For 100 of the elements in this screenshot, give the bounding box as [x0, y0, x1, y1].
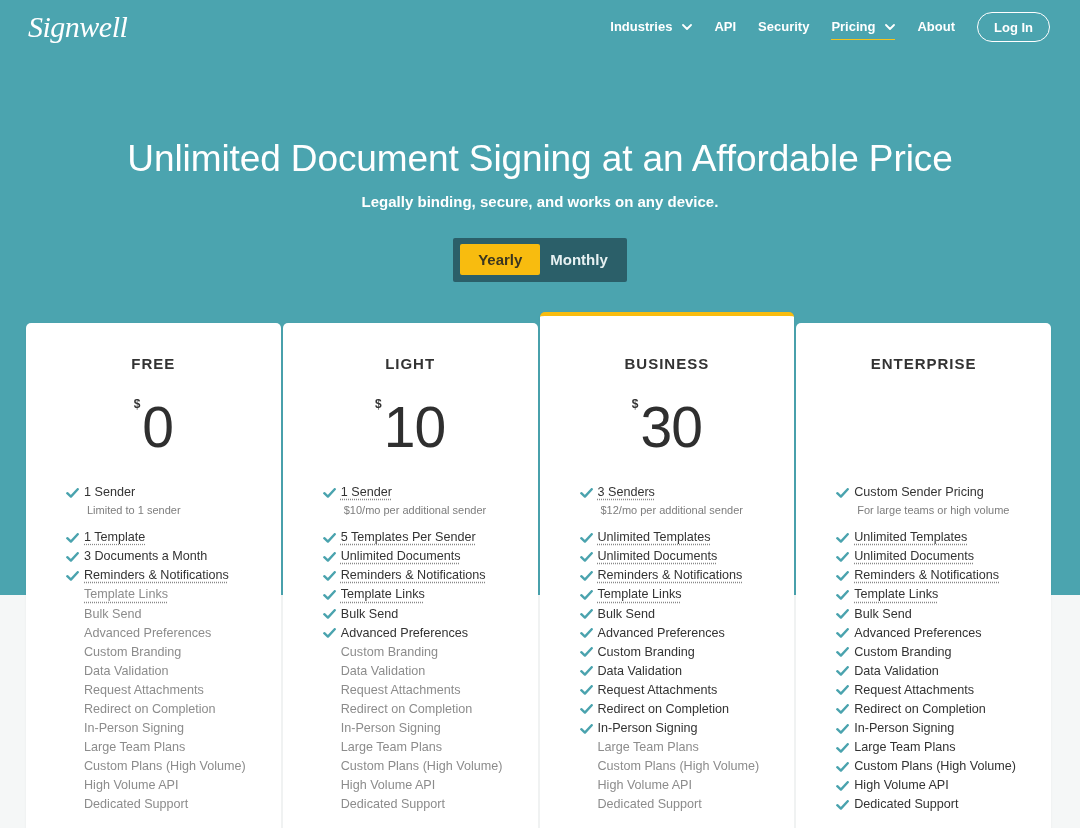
- feature-label: Request Attachments: [84, 681, 204, 699]
- seat-label[interactable]: 3 Senders: [597, 484, 655, 502]
- feature-label: Redirect on Completion: [854, 701, 986, 718]
- check-icon: [579, 487, 593, 498]
- check-icon: [66, 487, 79, 498]
- check-icon: [322, 532, 336, 543]
- feature-label: Advanced Preferences: [84, 624, 212, 642]
- feature-label[interactable]: 5 Templates Per Sender: [340, 529, 476, 547]
- feature-label[interactable]: Reminders & Notifications: [84, 567, 229, 585]
- seat-note: $12/mo per additional sender: [600, 503, 744, 519]
- feature-label: In-Person Signing: [597, 720, 698, 738]
- check-icon: [579, 532, 593, 543]
- check-icon: [836, 761, 850, 772]
- feature-label: Custom Plans (High Volume): [854, 758, 1016, 776]
- feature-label: Custom Branding: [84, 643, 182, 661]
- feature-label: Dedicated Support: [597, 796, 702, 814]
- feature-label: Redirect on Completion: [597, 701, 730, 718]
- feature-label: Bulk Send: [340, 605, 399, 623]
- chevron-down-icon: [885, 23, 896, 30]
- feature-label[interactable]: Unlimited Templates: [854, 529, 968, 547]
- feature-label: Data Validation: [597, 662, 682, 680]
- feature-label[interactable]: Unlimited Documents: [854, 548, 974, 566]
- billing-option[interactable]: Monthly: [544, 244, 614, 275]
- feature-label: Custom Plans (High Volume): [84, 758, 246, 776]
- check-icon: [836, 532, 850, 543]
- check-icon: [322, 487, 336, 498]
- feature-label: Large Team Plans: [340, 739, 443, 757]
- feature-label[interactable]: Template Links: [340, 586, 425, 604]
- feature-label: Data Validation: [340, 662, 426, 680]
- check-icon: [836, 742, 850, 753]
- billing-option[interactable]: Yearly: [460, 244, 541, 275]
- check-icon: [322, 628, 336, 639]
- check-icon: [836, 666, 850, 677]
- feature-label: Dedicated Support: [84, 796, 189, 814]
- feature-label: Custom Branding: [597, 643, 695, 661]
- seat-label: Custom Sender Pricing: [854, 484, 984, 502]
- check-icon: [836, 570, 850, 581]
- check-icon: [579, 685, 593, 696]
- feature-label[interactable]: Reminders & Notifications: [340, 567, 486, 585]
- feature-label: Dedicated Support: [340, 796, 446, 814]
- check-icon: [579, 628, 593, 639]
- check-icon: [836, 723, 850, 734]
- currency-symbol: $: [375, 398, 382, 410]
- seat-note: Limited to 1 sender: [87, 503, 182, 519]
- plan-name: FREE: [130, 355, 177, 373]
- seat-note: For large teams or high volume: [857, 503, 1011, 519]
- plan-price: 30: [640, 395, 702, 459]
- check-icon: [579, 609, 593, 619]
- check-icon: [579, 704, 593, 715]
- check-icon: [836, 685, 850, 696]
- feature-label: High Volume API: [340, 777, 436, 795]
- feature-label[interactable]: Reminders & Notifications: [597, 567, 743, 585]
- check-icon: [579, 551, 593, 562]
- check-icon: [836, 551, 850, 562]
- feature-label: Bulk Send: [84, 605, 142, 623]
- check-icon: [836, 628, 850, 639]
- check-icon: [579, 570, 593, 581]
- plan-name: ENTERPRISE: [869, 355, 978, 373]
- feature-label: Advanced Preferences: [854, 624, 982, 642]
- seat-label[interactable]: 1 Sender: [340, 484, 392, 502]
- feature-label[interactable]: Unlimited Templates: [597, 529, 711, 547]
- feature-label: Large Team Plans: [597, 739, 699, 757]
- check-icon: [836, 487, 850, 498]
- feature-label[interactable]: Template Links: [84, 586, 168, 604]
- feature-label[interactable]: Template Links: [854, 586, 939, 604]
- feature-label: 3 Documents a Month: [84, 548, 208, 566]
- feature-label: In-Person Signing: [854, 720, 955, 738]
- feature-label[interactable]: Unlimited Documents: [597, 548, 718, 566]
- feature-label: Redirect on Completion: [340, 701, 473, 718]
- check-icon: [836, 704, 850, 715]
- check-icon: [836, 647, 850, 658]
- feature-label[interactable]: Reminders & Notifications: [854, 567, 1000, 585]
- feature-label: High Volume API: [854, 777, 949, 795]
- hero-title: Unlimited Document Signing at an Affordable Price: [127, 137, 953, 181]
- feature-label: Custom Branding: [340, 643, 439, 661]
- seat-note: $10/mo per additional sender: [343, 503, 488, 519]
- currency-symbol: $: [631, 398, 639, 410]
- feature-label[interactable]: Unlimited Documents: [340, 548, 461, 566]
- check-icon: [66, 570, 79, 581]
- hero-subtitle: Legally binding, secure, and works on any device.: [361, 192, 719, 212]
- check-icon: [322, 570, 336, 581]
- check-icon: [836, 609, 850, 619]
- feature-label: Request Attachments: [854, 681, 974, 699]
- feature-label[interactable]: 1 Template: [84, 529, 146, 547]
- feature-label: Data Validation: [84, 662, 169, 680]
- feature-label: Request Attachments: [597, 681, 718, 699]
- feature-label: Advanced Preferences: [597, 624, 725, 642]
- feature-label: Bulk Send: [597, 605, 655, 623]
- feature-label: Custom Branding: [854, 643, 952, 661]
- feature-label: Advanced Preferences: [340, 624, 469, 642]
- check-icon: [836, 799, 850, 810]
- check-icon: [836, 589, 850, 600]
- feature-label: Request Attachments: [340, 681, 461, 699]
- chevron-down-icon: [682, 23, 693, 30]
- feature-label: Large Team Plans: [84, 739, 186, 757]
- plan-name: BUSINESS: [623, 355, 711, 373]
- plan-price: 10: [383, 395, 446, 459]
- feature-label: Custom Plans (High Volume): [340, 758, 503, 776]
- check-icon: [579, 647, 593, 658]
- feature-label[interactable]: Template Links: [597, 586, 682, 604]
